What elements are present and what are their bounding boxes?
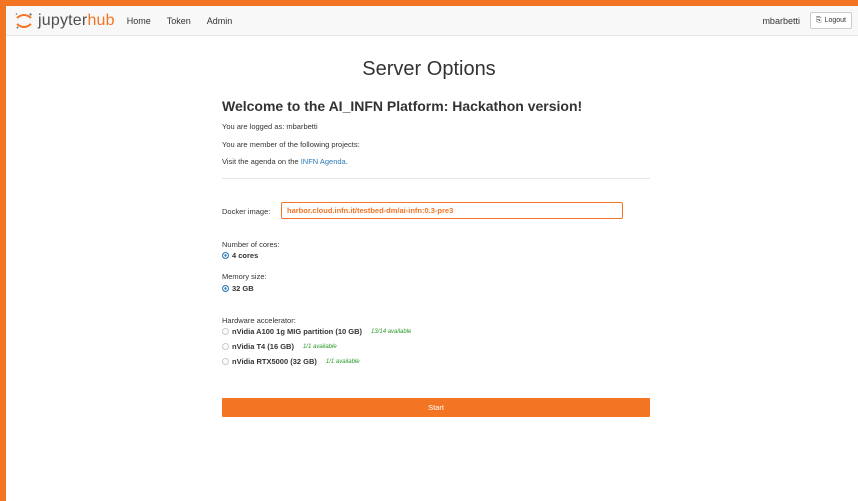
memory-option-32gb[interactable]: 32 GB xyxy=(222,284,254,293)
logo-text-jupyter: jupyter xyxy=(38,11,88,29)
jupyterhub-logo[interactable]: jupyter hub xyxy=(14,6,115,36)
docker-image-input[interactable] xyxy=(281,202,623,219)
logo-text-hub: hub xyxy=(87,11,115,29)
accelerator-label: Hardware accelerator: xyxy=(222,316,296,325)
navbar: jupyter hub Home Token Admin mbarbetti ⎘ … xyxy=(6,6,858,36)
sign-out-icon: ⎘ xyxy=(815,16,822,24)
nav-admin-link[interactable]: Admin xyxy=(207,16,233,26)
cores-label: Number of cores: xyxy=(222,240,280,249)
welcome-heading: Welcome to the AI_INFN Platform: Hackath… xyxy=(222,98,583,114)
availability-badge: 13/14 available xyxy=(371,328,412,335)
memory-option-label: 32 GB xyxy=(232,284,254,293)
accelerator-radio-rtx5000[interactable] xyxy=(222,358,229,365)
projects-text: You are member of the following projects… xyxy=(222,140,360,149)
availability-badge: 1/1 available xyxy=(325,358,360,365)
cores-option-label: 4 cores xyxy=(232,251,259,260)
docker-image-label: Docker image: xyxy=(222,207,271,216)
cores-option-4[interactable]: 4 cores xyxy=(222,251,258,260)
logout-label: Logout xyxy=(824,17,846,24)
username-label: mbarbetti xyxy=(762,15,800,26)
start-button[interactable]: Start xyxy=(222,398,650,417)
availability-badge: 1/1 available xyxy=(302,343,337,350)
accelerator-option-label: nVidia RTX5000 (32 GB) xyxy=(232,357,317,366)
memory-radio-selected[interactable] xyxy=(222,285,229,292)
nav-token-link[interactable]: Token xyxy=(167,16,191,26)
accelerator-radio-a100[interactable] xyxy=(222,328,229,335)
accelerator-option-t4[interactable]: nVidia T4 (16 GB) 1/1 available xyxy=(222,342,337,351)
page-title: Server Options xyxy=(362,58,496,80)
memory-label: Memory size: xyxy=(222,272,267,281)
accelerator-option-label: nVidia A100 1g MIG partition (10 GB) xyxy=(232,327,363,336)
accelerator-option-rtx5000[interactable]: nVidia RTX5000 (32 GB) 1/1 available xyxy=(222,357,360,366)
logged-as-text: You are logged as: mbarbetti xyxy=(222,122,318,131)
accelerator-option-a100[interactable]: nVidia A100 1g MIG partition (10 GB) 13/… xyxy=(222,327,411,336)
agenda-link[interactable]: INFN Agenda xyxy=(301,157,346,166)
agenda-prefix: Visit the agenda on the xyxy=(222,157,301,166)
agenda-suffix: . xyxy=(345,157,348,166)
accelerator-radio-t4[interactable] xyxy=(222,343,229,350)
section-divider xyxy=(222,178,650,179)
accelerator-option-label: nVidia T4 (16 GB) xyxy=(232,342,294,351)
nav-home-link[interactable]: Home xyxy=(127,16,151,26)
cores-radio-selected[interactable] xyxy=(222,252,229,259)
jupyter-logo-icon xyxy=(15,12,32,28)
agenda-text: Visit the agenda on the INFN Agenda. xyxy=(222,157,348,166)
logout-button[interactable]: ⎘ Logout xyxy=(809,12,852,29)
